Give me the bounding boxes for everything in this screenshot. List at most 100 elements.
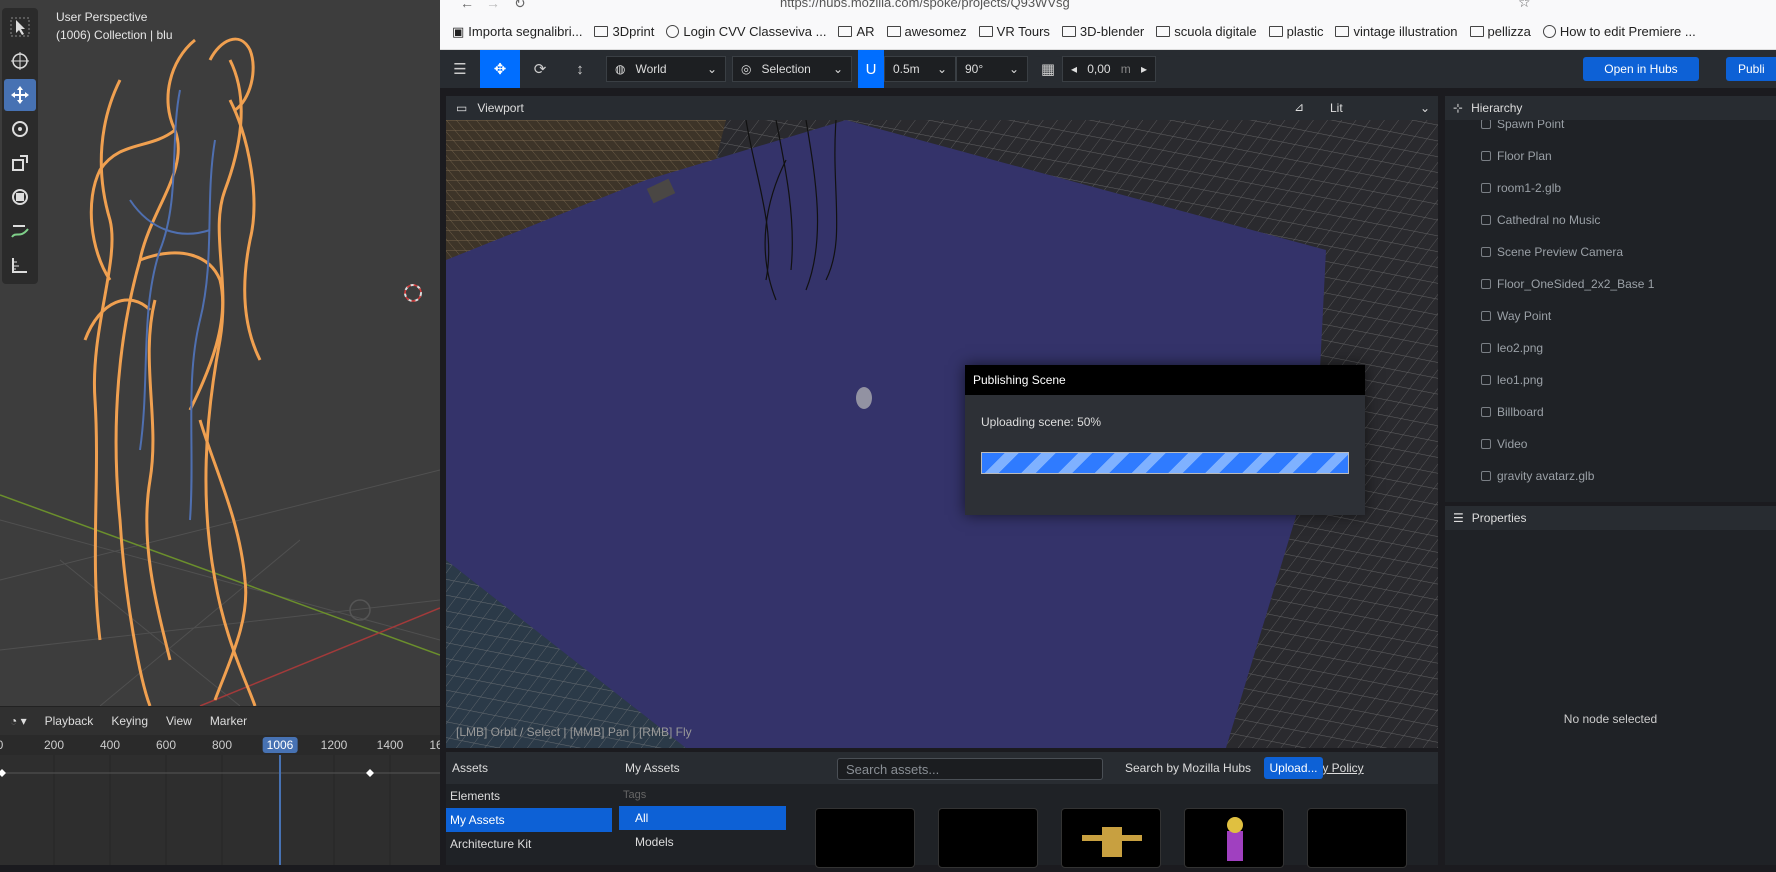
hierarchy-title: Hierarchy — [1471, 101, 1523, 115]
rotate-tool-icon[interactable] — [4, 113, 36, 145]
hierarchy-item[interactable]: Cathedral no Music — [1445, 204, 1776, 236]
stats-icon[interactable]: ⊿ — [1294, 100, 1304, 114]
hierarchy-item[interactable]: Video — [1445, 428, 1776, 460]
asset-thumbnail[interactable] — [815, 808, 915, 868]
translate-tool-icon[interactable]: ✥ — [480, 50, 520, 88]
url-text[interactable]: https://hubs.mozilla.com/spoke/projects/… — [780, 0, 1070, 10]
3d-cursor — [404, 284, 422, 302]
folder-icon — [1335, 26, 1350, 37]
render-mode-select[interactable]: Lit ⌄ — [1322, 96, 1438, 120]
hierarchy-item[interactable]: gravity avatarz.glb — [1445, 460, 1776, 492]
hierarchy-item[interactable]: Way Point — [1445, 300, 1776, 332]
folder-icon — [838, 26, 853, 37]
chevron-left-icon[interactable]: ◂ — [1071, 62, 1077, 76]
tag-models[interactable]: Models — [619, 830, 786, 854]
source-my-assets[interactable]: My Assets — [446, 808, 612, 832]
bookmark-item[interactable]: How to edit Premiere ... — [1542, 24, 1696, 39]
reload-icon[interactable]: ↻ — [514, 0, 526, 12]
cursor-tool-icon[interactable] — [4, 45, 36, 77]
hierarchy-item[interactable]: leo1.png — [1445, 364, 1776, 396]
hierarchy-item[interactable]: Scene Preview Camera — [1445, 236, 1776, 268]
measure-tool-icon[interactable] — [4, 249, 36, 281]
bookmark-item[interactable]: scuola digitale — [1156, 24, 1257, 39]
import-icon: ▣ — [452, 23, 465, 39]
grid-icon[interactable]: ▦ — [1034, 50, 1062, 88]
view-menu[interactable]: View — [160, 712, 198, 730]
globe-icon — [666, 25, 680, 38]
folder-icon — [594, 26, 609, 37]
asset-thumbnail[interactable] — [1307, 808, 1407, 868]
keyframe-area[interactable] — [0, 755, 440, 865]
menu-icon[interactable]: ☰ — [440, 50, 480, 88]
folder-icon — [1156, 26, 1171, 37]
grid-height-field[interactable]: ◂ 0,00 m ▸ — [1062, 56, 1156, 82]
bookmark-item[interactable]: plastic — [1268, 24, 1323, 39]
hierarchy-item[interactable]: Floor Plan — [1445, 140, 1776, 172]
search-assets-input[interactable] — [837, 758, 1103, 780]
hierarchy-item[interactable]: Spawn Point — [1445, 120, 1776, 140]
bookmark-item[interactable]: vintage illustration — [1335, 24, 1458, 39]
properties-panel: No node selected — [1445, 530, 1776, 865]
hierarchy-header: ⊹ Hierarchy — [1445, 96, 1776, 120]
scale-tool-icon[interactable] — [4, 147, 36, 179]
asset-thumbnail[interactable] — [1184, 808, 1284, 868]
keyframe-marker — [0, 769, 6, 777]
tags-list: Tags All Models — [619, 784, 786, 865]
hierarchy-item[interactable]: Floor_OneSided_2x2_Base 1 — [1445, 268, 1776, 300]
bookmark-item[interactable]: AR — [838, 24, 875, 39]
source-elements[interactable]: Elements — [446, 784, 612, 808]
bookmark-item[interactable]: VR Tours — [978, 24, 1050, 39]
asset-thumbnail[interactable] — [1061, 808, 1161, 868]
hierarchy-item[interactable]: leo2.png — [1445, 332, 1776, 364]
bookmark-item[interactable]: 3Dprint — [594, 24, 654, 39]
rotate-snap-select[interactable]: 90° ⌄ — [956, 56, 1028, 82]
bookmark-item[interactable]: 3D-blender — [1061, 24, 1144, 39]
rotate-tool-icon[interactable]: ⟳ — [520, 50, 560, 88]
move-tool-icon[interactable] — [4, 79, 36, 111]
frame-ruler[interactable]: 0 200 400 600 800 1006 1200 1400 16 — [0, 735, 440, 755]
upload-button[interactable]: Upload... — [1264, 757, 1323, 779]
chevron-right-icon[interactable]: ▸ — [1141, 62, 1147, 76]
viewport-controls-hint: [LMB] Orbit / Select | [MMB] Pan | [RMB]… — [456, 725, 692, 739]
transform-tool-icon[interactable] — [4, 181, 36, 213]
scale-tool-icon[interactable]: ↕ — [560, 50, 600, 88]
hierarchy-item[interactable]: room1-2.glb — [1445, 172, 1776, 204]
viewport-info: User Perspective (1006) Collection | blu — [56, 8, 173, 44]
open-in-hubs-button[interactable]: Open in Hubs — [1583, 57, 1699, 81]
pivot-select[interactable]: ◎ Selection ⌄ — [732, 56, 852, 82]
asset-thumbnail[interactable] — [938, 808, 1038, 868]
back-icon[interactable]: ← — [460, 0, 474, 11]
hierarchy-icon: ⊹ — [1453, 101, 1464, 115]
bookmark-item[interactable]: awesomez — [886, 24, 967, 39]
folder-icon — [1061, 26, 1076, 37]
bookmark-star-icon[interactable]: ☆ — [1518, 0, 1531, 11]
hierarchy-item[interactable]: Billboard — [1445, 396, 1776, 428]
orange-sketch-figure — [83, 37, 262, 706]
assets-panel: Assets My Assets Search by Mozilla Hubs … — [446, 752, 1438, 868]
marker-menu[interactable]: Marker — [204, 712, 253, 730]
tag-all[interactable]: All — [619, 806, 786, 830]
current-frame[interactable]: 1006 — [262, 737, 298, 753]
publish-button[interactable]: Publi — [1726, 57, 1776, 81]
spoke-viewport[interactable]: [LMB] Orbit / Select | [MMB] Pan | [RMB]… — [446, 120, 1438, 748]
blender-3d-viewport[interactable]: User Perspective (1006) Collection | blu — [0, 0, 440, 706]
source-architecture-kit[interactable]: Architecture Kit — [446, 832, 612, 856]
bookmark-item[interactable]: ▣ Importa segnalibri... — [452, 24, 582, 40]
annotate-tool-icon[interactable] — [4, 215, 36, 247]
snap-magnet-icon[interactable]: U — [858, 50, 884, 88]
playhead[interactable] — [279, 755, 281, 865]
keying-menu[interactable]: Keying — [105, 712, 154, 730]
globe-icon — [1542, 25, 1556, 38]
dialog-message: Uploading scene: 50% — [981, 415, 1102, 429]
forward-icon[interactable]: → — [486, 0, 500, 11]
playback-menu[interactable]: Playback — [39, 712, 100, 730]
bookmark-item[interactable]: Login CVV Classeviva ... — [666, 24, 826, 39]
bookmark-item[interactable]: pellizza — [1469, 24, 1531, 39]
editor-type-icon[interactable]: ◔ ▾ — [4, 712, 33, 730]
translate-snap-select[interactable]: 0.5m ⌄ — [884, 56, 956, 82]
folder-icon — [978, 26, 993, 37]
transform-space-select[interactable]: ◍ World ⌄ — [606, 56, 726, 82]
select-tool-icon[interactable] — [4, 11, 36, 43]
url-bar[interactable]: ← → ↻ https://hubs.mozilla.com/spoke/pro… — [440, 0, 1776, 14]
folder-icon — [1469, 26, 1484, 37]
